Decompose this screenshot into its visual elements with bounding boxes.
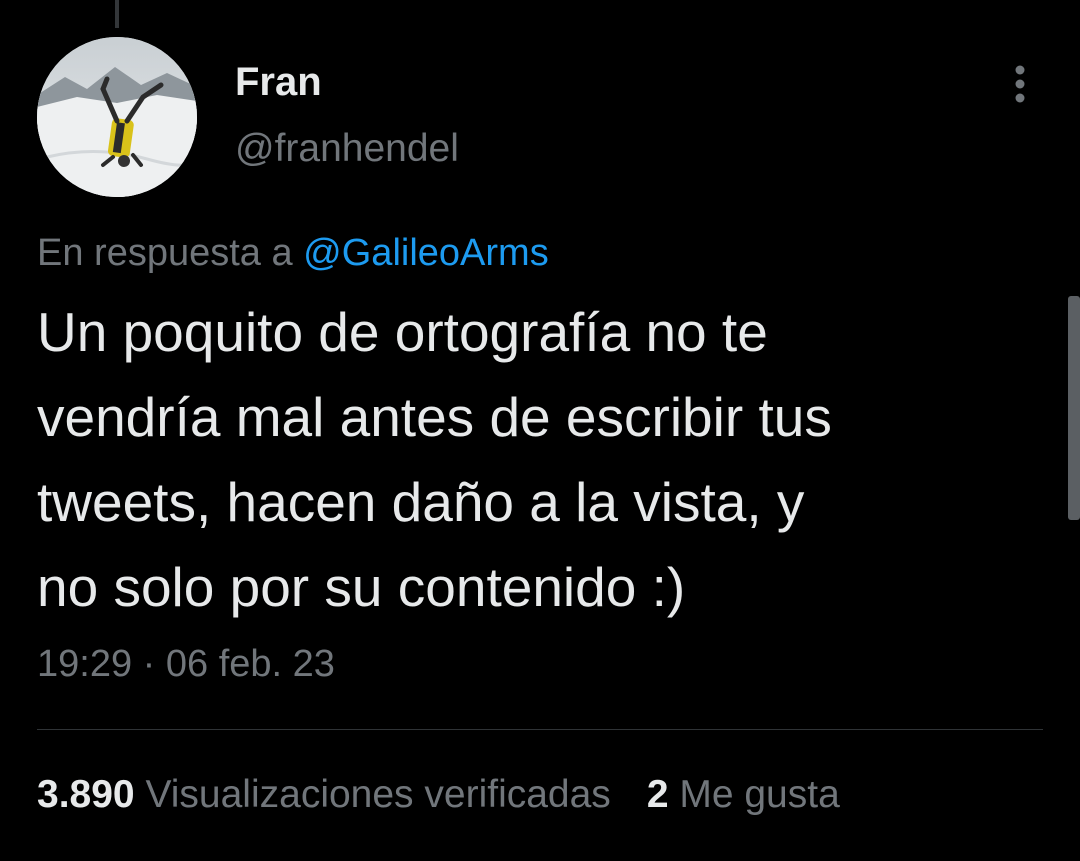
user-handle[interactable]: @franhendel: [235, 127, 459, 171]
views-count: 3.890: [37, 773, 135, 816]
reply-prefix: En respuesta a: [37, 232, 304, 274]
likes-count: 2: [646, 773, 669, 816]
tweet-timestamp[interactable]: 19:29 · 06 feb. 23: [37, 643, 335, 686]
likes-stat[interactable]: 2 Me gusta: [647, 773, 840, 816]
avatar-image: [37, 37, 197, 197]
likes-label: Me gusta: [679, 773, 840, 816]
tweet-stats: 3.890 Visualizaciones verificadas 2 Me gu…: [37, 773, 840, 817]
user-display-name[interactable]: Fran: [235, 60, 322, 105]
tweet-text: Un poquito de ortografía no te vendría m…: [37, 301, 832, 618]
reply-context: En respuesta a @GalileoArms: [37, 232, 549, 275]
views-label: Visualizaciones verificadas: [145, 773, 611, 816]
reply-mention-link[interactable]: @GalileoArms: [303, 232, 549, 274]
avatar[interactable]: [37, 37, 197, 197]
vertical-ellipsis-icon: [1015, 65, 1025, 103]
divider: [37, 729, 1043, 730]
views-stat[interactable]: 3.890 Visualizaciones verificadas: [37, 773, 611, 816]
more-options-button[interactable]: [1000, 60, 1040, 108]
scrollbar-thumb[interactable]: [1068, 296, 1080, 520]
thread-connector-line: [115, 0, 119, 28]
